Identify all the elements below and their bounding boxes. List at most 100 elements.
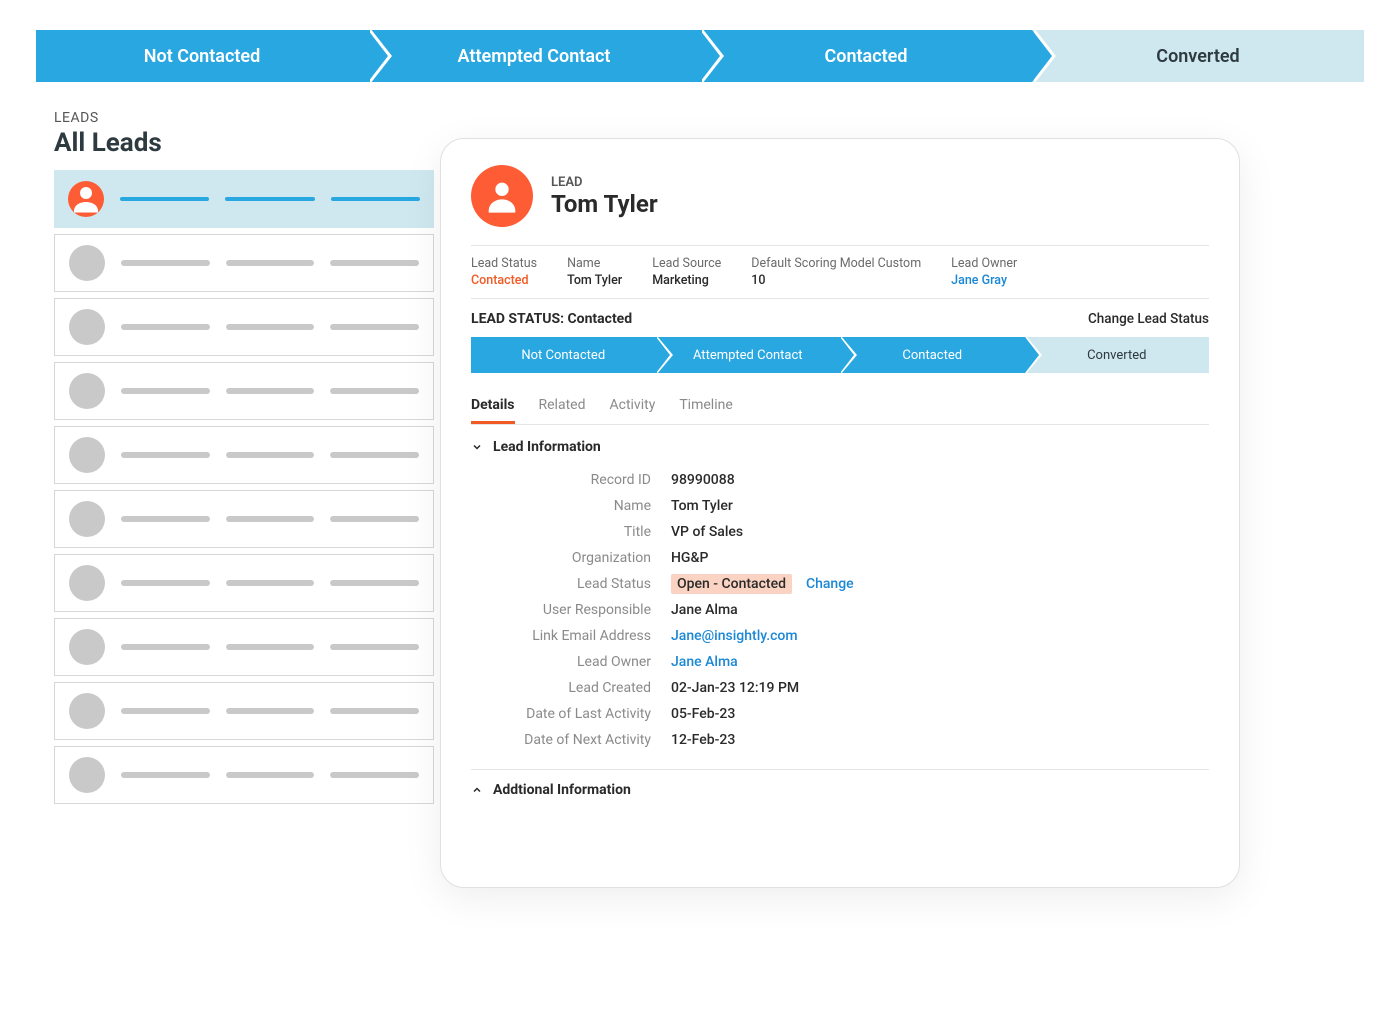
list-item[interactable] [54, 234, 434, 292]
placeholder-line [330, 452, 419, 458]
placeholder-line [121, 260, 210, 266]
placeholder-line [330, 708, 419, 714]
summary-label: Name [567, 256, 622, 271]
lead-fields: Record ID98990088 NameTom Tyler TitleVP … [471, 467, 1209, 753]
placeholder-line [121, 580, 210, 586]
placeholder-line [226, 708, 315, 714]
summary-label: Lead Status [471, 256, 537, 271]
placeholder-line [226, 772, 315, 778]
chevron-down-icon [471, 441, 483, 453]
avatar [69, 309, 105, 345]
status-stage-attempted[interactable]: Attempted Contact [656, 337, 841, 373]
placeholder-line [121, 708, 210, 714]
placeholder-line [330, 260, 419, 266]
summary-label: Lead Owner [951, 256, 1017, 271]
summary-label: Lead Source [652, 256, 721, 271]
tab-details[interactable]: Details [471, 389, 515, 424]
tab-related[interactable]: Related [539, 389, 586, 424]
placeholder-line [330, 516, 419, 522]
list-item[interactable] [54, 618, 434, 676]
field-value-last-activity: 05-Feb-23 [671, 706, 735, 722]
pipeline-stage-contacted[interactable]: Contacted [700, 30, 1032, 82]
list-item[interactable] [54, 554, 434, 612]
lead-detail-card: LEAD Tom Tyler Lead Status Contacted Nam… [440, 138, 1240, 888]
list-item[interactable] [54, 298, 434, 356]
list-item[interactable] [54, 362, 434, 420]
placeholder-line [330, 644, 419, 650]
pipeline: Not Contacted Attempted Contact Contacte… [36, 30, 1364, 82]
section-title: Addtional Information [493, 782, 631, 798]
tab-timeline[interactable]: Timeline [679, 389, 732, 424]
pipeline-stage-attempted[interactable]: Attempted Contact [368, 30, 700, 82]
field-label: User Responsible [471, 602, 671, 618]
field-value-lead-status: Open - ContactedChange [671, 576, 854, 592]
field-value-user-responsible: Jane Alma [671, 602, 738, 618]
list-item[interactable] [54, 682, 434, 740]
field-label: Lead Created [471, 680, 671, 696]
field-label: Record ID [471, 472, 671, 488]
field-value-next-activity: 12-Feb-23 [671, 732, 735, 748]
field-value-title: VP of Sales [671, 524, 743, 540]
list-item[interactable] [54, 490, 434, 548]
section-additional-information[interactable]: Addtional Information [471, 782, 1209, 798]
change-link[interactable]: Change [806, 576, 854, 592]
list-item[interactable] [54, 426, 434, 484]
status-stage-not-contacted[interactable]: Not Contacted [471, 337, 656, 373]
card-title: Tom Tyler [551, 190, 658, 218]
chevron-up-icon [471, 784, 483, 796]
placeholder-line [330, 388, 419, 394]
placeholder-line [226, 260, 315, 266]
field-value-email[interactable]: Jane@insightly.com [671, 628, 798, 644]
summary-value-scoring: 10 [751, 273, 921, 288]
avatar [69, 629, 105, 665]
field-value-lead-owner[interactable]: Jane Alma [671, 654, 738, 670]
card-header: LEAD Tom Tyler [471, 165, 1209, 227]
placeholder-line [121, 324, 210, 330]
placeholder-line [226, 452, 315, 458]
lead-status-heading: LEAD STATUS: Contacted [471, 311, 632, 327]
card-eyebrow: LEAD [551, 175, 658, 190]
change-lead-status-link[interactable]: Change Lead Status [1088, 311, 1209, 327]
avatar [69, 245, 105, 281]
placeholder-line [330, 324, 419, 330]
status-stage-converted[interactable]: Converted [1025, 337, 1210, 373]
list-item[interactable] [54, 170, 434, 228]
section-title: Lead Information [493, 439, 601, 455]
placeholder-line [121, 772, 210, 778]
avatar [68, 181, 104, 217]
placeholder-line [226, 516, 315, 522]
placeholder-line [226, 580, 315, 586]
summary-value-name: Tom Tyler [567, 273, 622, 288]
placeholder-line [330, 580, 419, 586]
field-label: Link Email Address [471, 628, 671, 644]
field-value-organization: HG&P [671, 550, 708, 566]
tab-activity[interactable]: Activity [609, 389, 655, 424]
avatar [69, 693, 105, 729]
placeholder-line [331, 197, 420, 201]
field-value-name: Tom Tyler [671, 498, 733, 514]
placeholder-line [121, 388, 210, 394]
placeholder-line [120, 197, 209, 201]
summary-value-owner[interactable]: Jane Gray [951, 273, 1017, 288]
placeholder-line [121, 516, 210, 522]
status-stage-contacted[interactable]: Contacted [840, 337, 1025, 373]
leads-title: All Leads [54, 128, 434, 158]
summary-value-lead-status: Contacted [471, 273, 537, 288]
avatar [69, 757, 105, 793]
field-value-record-id: 98990088 [671, 472, 735, 488]
detail-tabs: Details Related Activity Timeline [471, 389, 1209, 425]
summary-value-lead-source: Marketing [652, 273, 721, 288]
summary-row: Lead Status Contacted Name Tom Tyler Lea… [471, 245, 1209, 299]
leads-eyebrow: LEADS [54, 110, 434, 126]
pipeline-stage-converted[interactable]: Converted [1032, 30, 1364, 82]
field-label: Lead Status [471, 576, 671, 592]
section-lead-information[interactable]: Lead Information [471, 439, 1209, 455]
pipeline-stage-not-contacted[interactable]: Not Contacted [36, 30, 368, 82]
status-pipeline: Not Contacted Attempted Contact Contacte… [471, 337, 1209, 373]
list-item[interactable] [54, 746, 434, 804]
avatar [69, 373, 105, 409]
placeholder-line [121, 644, 210, 650]
avatar [69, 565, 105, 601]
field-label: Lead Owner [471, 654, 671, 670]
divider [471, 769, 1209, 770]
